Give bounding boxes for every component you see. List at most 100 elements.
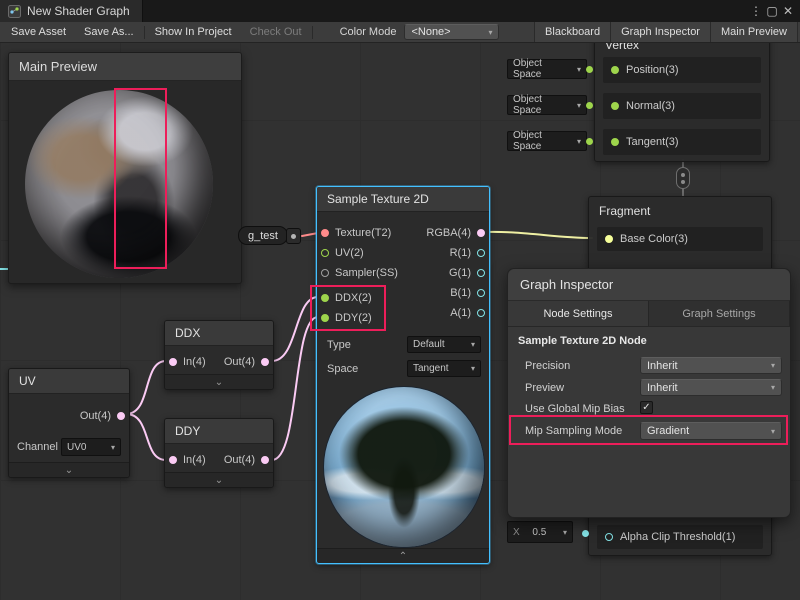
property-pill-port-box[interactable]	[286, 228, 301, 244]
wire-uv-to-ddy[interactable]	[126, 414, 166, 460]
sample-output-a[interactable]: A(1)	[450, 303, 485, 323]
r-port-icon[interactable]	[477, 249, 485, 257]
blackboard-toggle-button[interactable]: Blackboard	[534, 22, 610, 42]
main-preview-panel[interactable]: Main Preview	[8, 52, 242, 284]
ddx-in-port-icon[interactable]	[169, 358, 177, 366]
precision-dropdown[interactable]: Inherit ▾	[640, 357, 782, 374]
main-preview-header[interactable]: Main Preview	[9, 53, 241, 81]
tangent-edge-port[interactable]	[586, 138, 593, 145]
menu-icon[interactable]: ⋮	[748, 0, 764, 22]
close-icon[interactable]: ✕	[780, 0, 796, 22]
graph-inspector-panel[interactable]: Graph Inspector Node Settings Graph Sett…	[507, 268, 791, 518]
chevron-down-icon: ▾	[577, 137, 581, 146]
preview-dropdown[interactable]: Inherit ▾	[640, 379, 782, 396]
wire-ddx-to-sample[interactable]	[272, 297, 318, 361]
sample-texture-2d-node[interactable]: Sample Texture 2D Texture(T2) UV(2) Samp…	[316, 186, 490, 564]
normal-port-icon[interactable]	[611, 102, 619, 110]
fragment-slot-basecolor[interactable]: Base Color(3)	[597, 227, 763, 251]
uv-output[interactable]: Out(4)	[80, 406, 125, 426]
uv-port-icon[interactable]	[321, 249, 329, 257]
g-port-icon[interactable]	[477, 269, 485, 277]
normal-space-dropdown[interactable]: Object Space ▾	[507, 95, 587, 115]
sample-input-ddy[interactable]: DDY(2)	[321, 308, 372, 328]
mip-mode-dropdown[interactable]: Gradient ▾	[640, 422, 782, 440]
sample-node-preview-sphere	[324, 387, 484, 547]
preview-label: Preview	[525, 382, 564, 394]
uv-preview-expand-button[interactable]: ⌄	[9, 462, 129, 477]
alphaclip-edge-port[interactable]	[582, 530, 589, 537]
ddy-node[interactable]: DDY In(4) Out(4) ⌄	[164, 418, 274, 488]
sample-input-uv[interactable]: UV(2)	[321, 243, 364, 263]
save-asset-button[interactable]: Save Asset	[2, 22, 75, 42]
ddx-preview-expand-button[interactable]: ⌄	[165, 374, 273, 389]
vertex-node[interactable]: Vertex Position(3) Normal(3) Tangent(3)	[594, 30, 770, 162]
color-mode-dropdown[interactable]: <None> ▾	[404, 24, 499, 40]
texture-port-icon[interactable]	[321, 229, 329, 237]
vertex-slot-tangent[interactable]: Tangent(3)	[603, 129, 761, 155]
normal-edge-port[interactable]	[586, 102, 593, 109]
ddx-port-icon[interactable]	[321, 294, 329, 302]
uv-node[interactable]: UV Out(4) Channel UV0 ▾ ⌄	[8, 368, 130, 478]
graph-tab[interactable]: New Shader Graph	[0, 0, 143, 22]
graph-inspector-toggle-button[interactable]: Graph Inspector	[610, 22, 710, 42]
wire-ddy-to-sample[interactable]	[272, 317, 318, 460]
vertex-slot-tangent-label: Tangent(3)	[626, 136, 679, 148]
a-port-icon[interactable]	[477, 309, 485, 317]
sample-output-r-label: R(1)	[450, 247, 471, 259]
alphaclip-port-icon[interactable]	[605, 533, 613, 541]
property-pill-gtest[interactable]: g_test	[238, 226, 288, 245]
basecolor-port-icon[interactable]	[605, 235, 613, 243]
position-port-icon[interactable]	[611, 66, 619, 74]
tangent-space-dropdown[interactable]: Object Space ▾	[507, 131, 587, 151]
sample-output-g[interactable]: G(1)	[449, 263, 485, 283]
ddx-output[interactable]: Out(4)	[224, 352, 269, 372]
sample-input-ddx[interactable]: DDX(2)	[321, 288, 372, 308]
sample-type-label: Type	[327, 335, 351, 355]
mip-bias-checkbox[interactable]: ✓	[640, 401, 653, 414]
sample-output-b[interactable]: B(1)	[450, 283, 485, 303]
ddx-input[interactable]: In(4)	[169, 352, 206, 372]
uv-out-port-icon[interactable]	[117, 412, 125, 420]
vertex-slot-normal[interactable]: Normal(3)	[603, 93, 761, 119]
vertex-slot-position[interactable]: Position(3)	[603, 57, 761, 83]
ddy-out-port-icon[interactable]	[261, 456, 269, 464]
ddy-output[interactable]: Out(4)	[224, 450, 269, 470]
rgba-port-icon[interactable]	[477, 229, 485, 237]
sample-input-texture[interactable]: Texture(T2)	[321, 223, 391, 243]
ddy-preview-expand-button[interactable]: ⌄	[165, 472, 273, 487]
sample-input-sampler[interactable]: Sampler(SS)	[321, 263, 398, 283]
sample-preview-collapse-button[interactable]: ⌃	[317, 548, 489, 563]
chevron-down-icon: ▾	[771, 361, 775, 370]
sample-input-ddx-label: DDX(2)	[335, 292, 372, 304]
sample-output-r[interactable]: R(1)	[450, 243, 485, 263]
position-edge-port[interactable]	[586, 66, 593, 73]
show-in-project-button[interactable]: Show In Project	[146, 22, 241, 42]
tab-graph-settings[interactable]: Graph Settings	[649, 301, 790, 326]
sampler-port-icon[interactable]	[321, 269, 329, 277]
block-connector[interactable]	[676, 167, 690, 189]
ddx-out-port-icon[interactable]	[261, 358, 269, 366]
ddy-in-port-icon[interactable]	[169, 456, 177, 464]
tab-node-settings[interactable]: Node Settings	[508, 301, 649, 326]
alphaclip-float-field[interactable]: X 0.5 ▾	[507, 521, 573, 543]
wire-uv-to-ddx[interactable]	[126, 361, 166, 414]
fragment-slot-alphaclip[interactable]: Alpha Clip Threshold(1)	[597, 525, 763, 549]
sample-output-rgba[interactable]: RGBA(4)	[426, 223, 485, 243]
ddy-port-icon[interactable]	[321, 314, 329, 322]
ddy-node-header: DDY	[165, 419, 273, 444]
sample-space-dropdown[interactable]: Tangent ▾	[407, 360, 481, 377]
main-preview-toggle-button[interactable]: Main Preview	[710, 22, 798, 42]
sample-type-dropdown[interactable]: Default ▾	[407, 336, 481, 353]
chevron-down-icon: ▾	[471, 364, 475, 373]
check-out-button: Check Out	[241, 22, 311, 42]
uv-channel-dropdown[interactable]: UV0 ▾	[61, 438, 121, 456]
tangent-port-icon[interactable]	[611, 138, 619, 146]
toolbar-separator	[144, 26, 145, 39]
maximize-icon[interactable]: ▢	[764, 0, 780, 22]
save-as-button[interactable]: Save As...	[75, 22, 143, 42]
ddx-node[interactable]: DDX In(4) Out(4) ⌄	[164, 320, 274, 390]
ddy-input[interactable]: In(4)	[169, 450, 206, 470]
wire-rgba-to-basecolor[interactable]	[486, 232, 592, 238]
b-port-icon[interactable]	[477, 289, 485, 297]
position-space-dropdown[interactable]: Object Space ▾	[507, 59, 587, 79]
